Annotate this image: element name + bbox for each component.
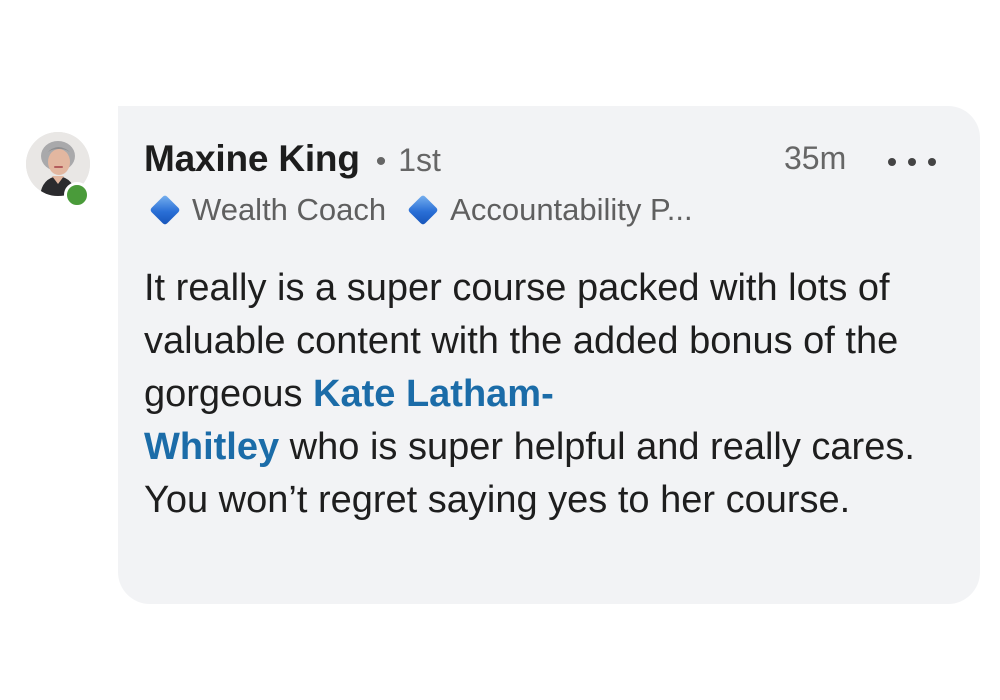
more-options-button[interactable] bbox=[888, 144, 936, 180]
blue-diamond-icon bbox=[407, 194, 439, 226]
more-horizontal-icon bbox=[888, 158, 896, 166]
author-name[interactable]: Maxine King bbox=[144, 138, 360, 180]
more-horizontal-icon-dot bbox=[908, 158, 916, 166]
timestamp: 35m bbox=[784, 140, 847, 176]
more-horizontal-icon-dot bbox=[928, 158, 936, 166]
connection-degree: 1st bbox=[398, 142, 441, 178]
separator-dot: • bbox=[375, 145, 387, 178]
comment-text: It really is a super course packed with … bbox=[144, 262, 964, 527]
headline-item: Wealth Coach bbox=[192, 192, 387, 227]
blue-diamond-icon bbox=[149, 194, 181, 226]
mention-link[interactable]: Whitley bbox=[144, 426, 279, 468]
comment-stage: Maxine King • 1st 35m Wealth Coach Accou… bbox=[0, 0, 1000, 700]
author-headline: Wealth Coach Accountability P... bbox=[149, 190, 693, 230]
mention-link[interactable]: Kate Latham- bbox=[313, 373, 554, 415]
online-status-icon bbox=[64, 182, 90, 208]
comment-header: Maxine King • 1st bbox=[144, 138, 441, 182]
headline-item: Accountability P... bbox=[450, 192, 693, 227]
